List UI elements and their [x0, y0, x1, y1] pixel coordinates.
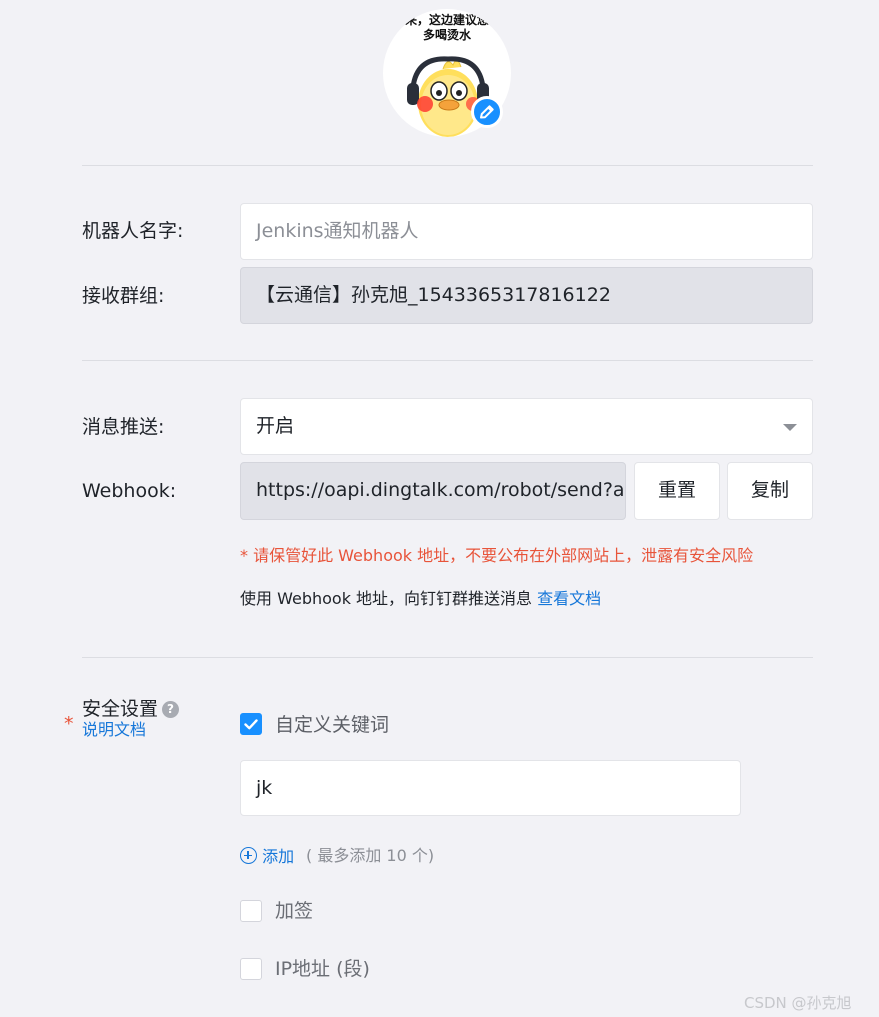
webhook-hint: 使用 Webhook 地址，向钉钉群推送消息 查看文档 [240, 588, 601, 610]
avatar-caption-line1: 来，这边建议您 [404, 13, 489, 27]
push-select[interactable]: 开启 [240, 398, 813, 455]
keyword-value: jk [256, 777, 273, 799]
divider [82, 165, 813, 166]
divider [82, 360, 813, 361]
webhook-warning: * 请保管好此 Webhook 地址，不要公布在外部网站上，泄露有安全风险 [240, 546, 754, 565]
webhook-field[interactable]: https://oapi.dingtalk.com/robot/send?acc… [240, 462, 626, 520]
keyword-option-label: 自定义关键词 [275, 714, 390, 736]
robot-name-input[interactable]: Jenkins通知机器人 [240, 203, 813, 260]
reset-button[interactable]: 重置 [634, 462, 720, 520]
watermark: CSDN @孙克旭 [744, 994, 852, 1012]
pencil-icon [480, 105, 494, 119]
ip-option-label: IP地址 (段) [275, 958, 370, 980]
add-limit-note: ( 最多添加 10 个) [306, 846, 435, 865]
webhook-label: Webhook: [82, 480, 177, 502]
keyword-checkbox[interactable] [240, 713, 262, 735]
security-doc-link[interactable]: 说明文档 [82, 720, 146, 740]
robot-name-label: 机器人名字: [82, 220, 184, 242]
webhook-value: https://oapi.dingtalk.com/robot/send?acc… [256, 479, 625, 501]
check-icon [244, 719, 258, 730]
webhook-hint-text: 使用 Webhook 地址，向钉钉群推送消息 [240, 589, 533, 608]
robot-name-placeholder: Jenkins通知机器人 [256, 220, 419, 242]
avatar-caption-line2: 多喝烫水 [422, 28, 471, 42]
divider [82, 657, 813, 658]
chevron-down-icon [783, 424, 797, 431]
group-value: 【云通信】孙克旭_1543365317816122 [256, 284, 611, 306]
group-field: 【云通信】孙克旭_1543365317816122 [240, 267, 813, 324]
security-label-row: 安全设置? [82, 697, 180, 721]
push-value: 开启 [256, 415, 295, 437]
add-keyword-button[interactable]: 添加 [240, 843, 294, 867]
security-label: 安全设置 [82, 698, 159, 720]
help-icon[interactable]: ? [162, 701, 180, 718]
copy-button[interactable]: 复制 [727, 462, 813, 520]
add-circle-icon [240, 847, 257, 864]
robot-avatar[interactable]: 来，这边建议您 多喝烫水 [383, 9, 511, 137]
edit-avatar-button[interactable] [471, 96, 503, 128]
ip-checkbox[interactable] [240, 958, 262, 980]
add-label: 添加 [262, 847, 295, 866]
push-label: 消息推送: [82, 416, 165, 438]
group-label: 接收群组: [82, 285, 165, 307]
sign-checkbox[interactable] [240, 900, 262, 922]
view-docs-link[interactable]: 查看文档 [537, 589, 601, 608]
keyword-input[interactable]: jk [240, 760, 741, 816]
required-mark: * [64, 713, 74, 735]
sign-option-label: 加签 [275, 900, 314, 922]
